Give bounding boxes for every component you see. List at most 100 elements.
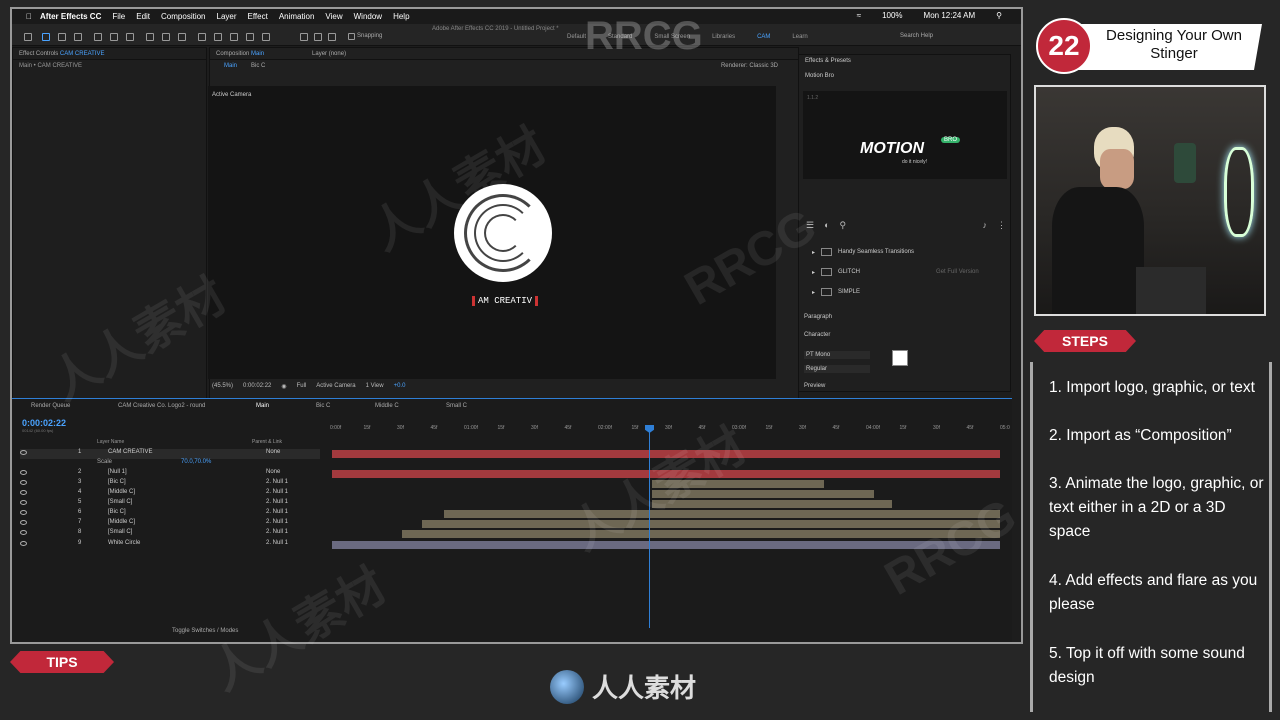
toggle-switches-modes[interactable]: Toggle Switches / Modes: [172, 628, 238, 634]
scale-property-value[interactable]: 70.0,70.0%: [181, 459, 211, 465]
selection-tool-icon[interactable]: [42, 33, 50, 41]
menu-view[interactable]: View: [325, 12, 342, 21]
hand-tool-icon[interactable]: [58, 33, 66, 41]
camera-dropdown[interactable]: Active Camera: [316, 383, 355, 389]
exposure-value[interactable]: +0.0: [394, 383, 406, 389]
effect-controls-tab[interactable]: Effect Controls CAM CREATIVE: [19, 51, 104, 57]
paragraph-panel-title[interactable]: Paragraph: [804, 314, 832, 320]
layer-row[interactable]: 6 [Bic C] 2. Null 1: [20, 509, 320, 519]
layer-name[interactable]: [Middle C]: [108, 519, 135, 525]
parent-dropdown[interactable]: 2. Null 1: [266, 529, 288, 535]
camera-tool-icon[interactable]: [110, 33, 118, 41]
layer-name[interactable]: [Bic C]: [108, 479, 126, 485]
composition-tab[interactable]: Composition Main: [216, 51, 264, 57]
menu-help[interactable]: Help: [393, 12, 409, 21]
tab-small-c[interactable]: Small C: [446, 403, 467, 409]
app-name[interactable]: After Effects CC: [40, 12, 101, 21]
layer-row[interactable]: 8 [Small C] 2. Null 1: [20, 529, 320, 539]
layer-row[interactable]: 3 [Bic C] 2. Null 1: [20, 479, 320, 489]
pen-tool-icon[interactable]: [162, 33, 170, 41]
type-tool-icon[interactable]: [178, 33, 186, 41]
axis-mode-icon[interactable]: [300, 33, 308, 41]
font-family-dropdown[interactable]: PT Mono: [804, 351, 870, 359]
current-time-indicator[interactable]: [649, 425, 650, 628]
viewer-timecode[interactable]: 0:00:02:22: [243, 383, 271, 389]
menu-edit[interactable]: Edit: [136, 12, 150, 21]
puppet-pin-icon[interactable]: [262, 33, 270, 41]
preview-icon[interactable]: ◐: [824, 220, 829, 231]
eraser-tool-icon[interactable]: [230, 33, 238, 41]
parent-dropdown[interactable]: 2. Null 1: [266, 519, 288, 525]
layer-row[interactable]: 9 White Circle 2. Null 1: [20, 540, 320, 550]
preview-panel-title[interactable]: Preview: [804, 383, 825, 389]
parent-dropdown[interactable]: 2. Null 1: [266, 509, 288, 515]
layer-name[interactable]: [Middle C]: [108, 489, 135, 495]
home-icon[interactable]: [24, 33, 32, 41]
views-dropdown[interactable]: 1 View: [366, 383, 384, 389]
tab-middle-c[interactable]: Middle C: [375, 403, 399, 409]
layer-name[interactable]: [Small C]: [108, 529, 132, 535]
workspace-cam[interactable]: CAM: [757, 34, 770, 40]
tab-logo2-round[interactable]: CAM Creative Co. Logo2 - round: [118, 403, 205, 409]
tab-render-queue[interactable]: Render Queue: [31, 403, 70, 409]
folder-handy-seamless[interactable]: ▸ Handy Seamless Transitions: [812, 248, 914, 256]
parent-dropdown[interactable]: 2. Null 1: [266, 540, 288, 546]
roto-brush-icon[interactable]: [246, 33, 254, 41]
layer-name[interactable]: [Null 1]: [108, 469, 127, 475]
more-icon[interactable]: ⋮: [997, 220, 1006, 231]
rotate-tool-icon[interactable]: [94, 33, 102, 41]
visibility-eye-icon[interactable]: [20, 500, 27, 505]
sound-icon[interactable]: ♪: [983, 220, 988, 231]
visibility-eye-icon[interactable]: [20, 520, 27, 525]
layer-duration-bar[interactable]: [402, 530, 1000, 538]
layer-duration-bar[interactable]: [652, 490, 874, 498]
workspace-small-screen[interactable]: Small Screen: [654, 34, 690, 40]
layer-duration-bar[interactable]: [652, 500, 892, 508]
view-axis-icon[interactable]: [328, 33, 336, 41]
wifi-icon[interactable]: ≈: [857, 11, 861, 20]
layer-duration-bar[interactable]: [332, 450, 1000, 458]
time-ruler[interactable]: 0:00f 15f 30f 45f 01:00f 15f 30f 45f 02:00f 15f 30…: [330, 420, 1010, 434]
world-axis-icon[interactable]: [314, 33, 322, 41]
clock[interactable]: Mon 12:24 AM: [924, 11, 976, 20]
resolution-dropdown[interactable]: Full: [297, 383, 307, 389]
visibility-eye-icon[interactable]: [20, 490, 27, 495]
composition-viewer[interactable]: Active Camera AM CREATIV: [208, 86, 776, 379]
battery-status[interactable]: 100%: [882, 11, 902, 20]
visibility-eye-icon[interactable]: [20, 541, 27, 546]
layer-row[interactable]: 5 [Small C] 2. Null 1: [20, 499, 320, 509]
character-panel-title[interactable]: Character: [804, 332, 830, 338]
camera-snapshot-icon[interactable]: ◉: [281, 383, 286, 390]
menu-effect[interactable]: Effect: [248, 12, 268, 21]
parent-dropdown[interactable]: None: [266, 469, 280, 475]
workspace-standard[interactable]: Standard: [608, 34, 632, 40]
layer-name[interactable]: [Bic C]: [108, 509, 126, 515]
zoom-dropdown[interactable]: (45.5%): [212, 383, 233, 389]
layer-name[interactable]: [Small C]: [108, 499, 132, 505]
workspace-learn[interactable]: Learn: [792, 34, 807, 40]
help-search-input[interactable]: Search Help: [900, 33, 933, 39]
layer-name[interactable]: White Circle: [108, 540, 140, 546]
fill-color-swatch[interactable]: [892, 350, 908, 366]
tab-main[interactable]: Main: [256, 403, 269, 409]
layer-row[interactable]: 2 [Null 1] None: [20, 469, 320, 479]
layer-row[interactable]: 7 [Middle C] 2. Null 1: [20, 519, 320, 529]
menu-animation[interactable]: Animation: [279, 12, 315, 21]
menu-composition[interactable]: Composition: [161, 12, 205, 21]
layer-name[interactable]: CAM CREATIVE: [108, 449, 153, 455]
visibility-eye-icon[interactable]: [20, 510, 27, 515]
layer-tab[interactable]: Layer (none): [312, 51, 346, 57]
tab-bic-c[interactable]: Bic C: [316, 403, 330, 409]
brush-tool-icon[interactable]: [198, 33, 206, 41]
visibility-eye-icon[interactable]: [20, 530, 27, 535]
parent-dropdown[interactable]: 2. Null 1: [266, 479, 288, 485]
timeline-timecode[interactable]: 0:00:02:22: [22, 418, 66, 428]
zoom-tool-icon[interactable]: [74, 33, 82, 41]
parent-dropdown[interactable]: None: [266, 449, 280, 455]
layer-row[interactable]: 1 CAM CREATIVE None: [20, 449, 320, 459]
visibility-eye-icon[interactable]: [20, 470, 27, 475]
visibility-eye-icon[interactable]: [20, 480, 27, 485]
pan-behind-tool-icon[interactable]: [126, 33, 134, 41]
layer-row[interactable]: 4 [Middle C] 2. Null 1: [20, 489, 320, 499]
comp-crumb-main[interactable]: Main: [224, 63, 237, 69]
